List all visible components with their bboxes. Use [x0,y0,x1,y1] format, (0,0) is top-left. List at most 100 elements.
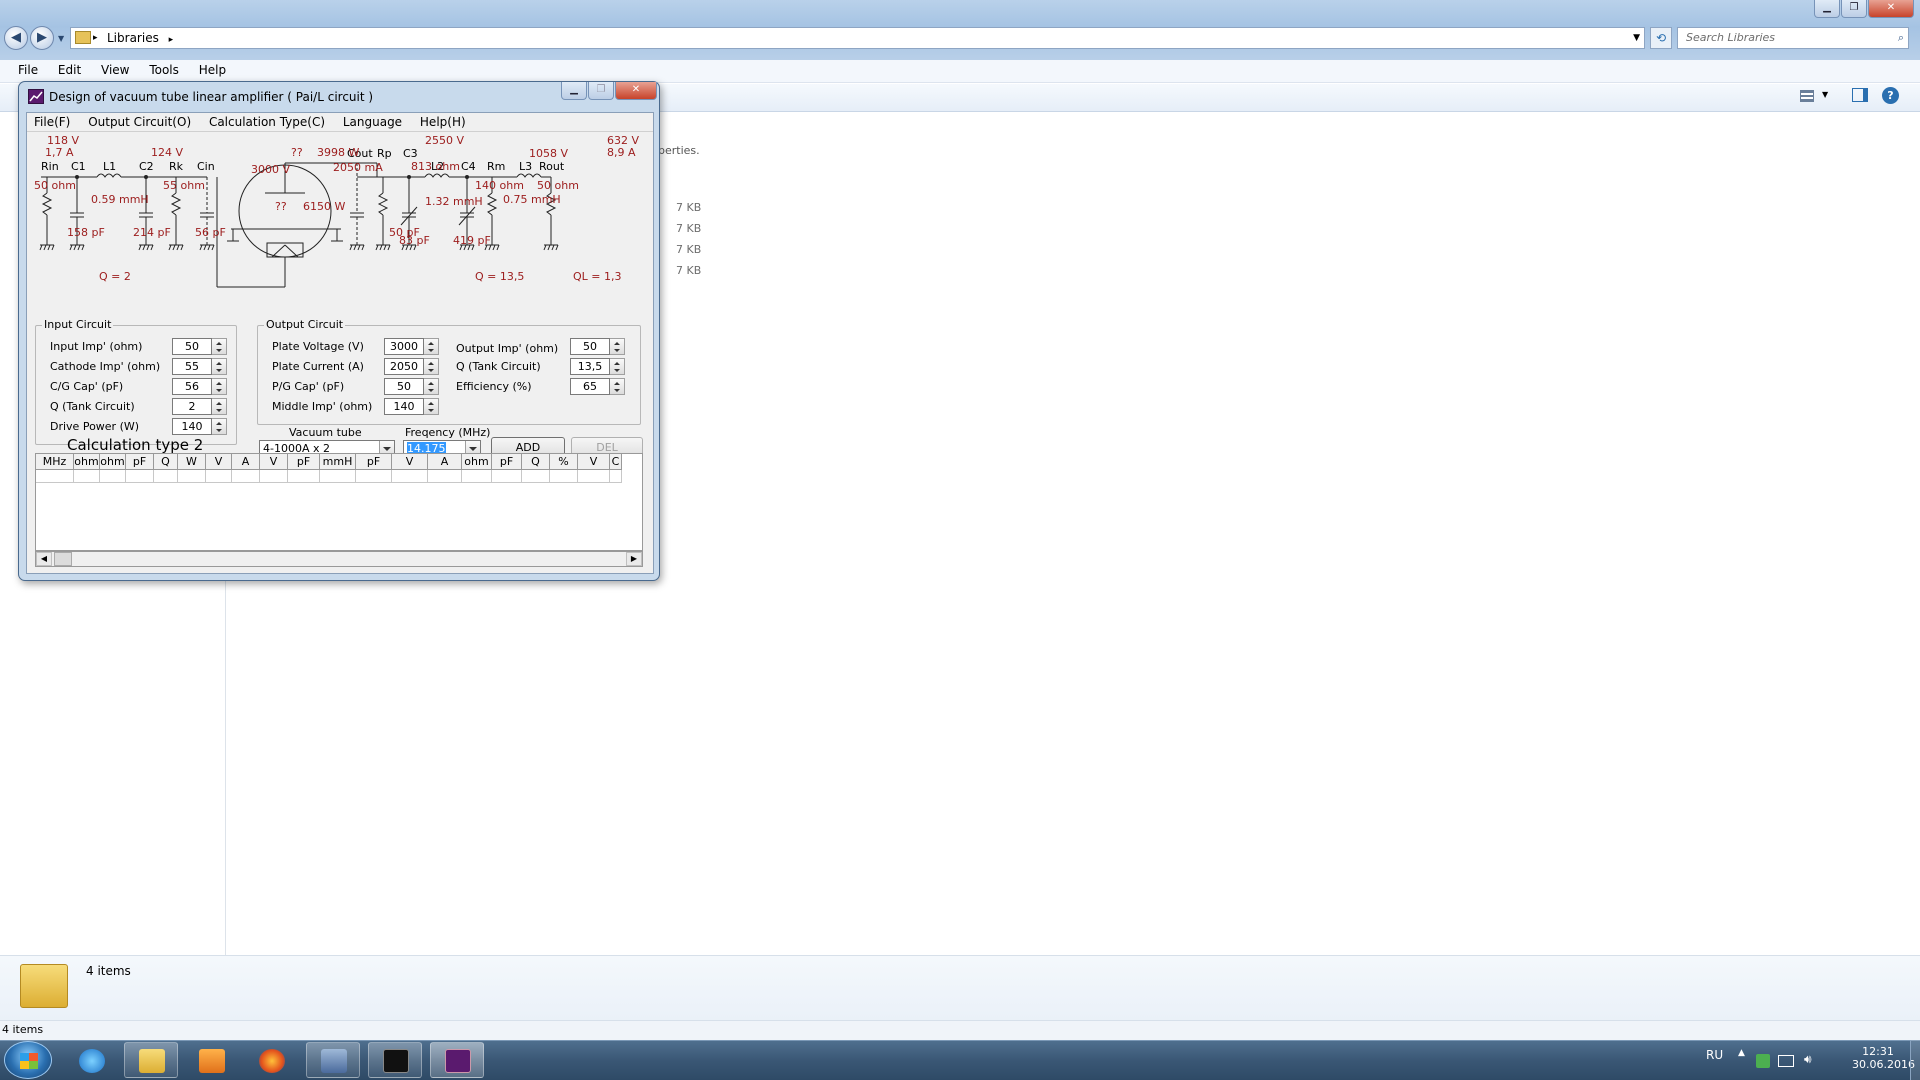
help-icon[interactable]: ? [1882,87,1899,104]
efficiency-spinner[interactable]: 65 [570,378,626,395]
q-input-spinner[interactable]: 2 [172,398,228,415]
search-icon[interactable]: ⌕ [1898,28,1904,48]
app-menu-output-circuit[interactable]: Output Circuit(O) [81,113,198,129]
pg-cap-spinner[interactable]: 50 [384,378,440,395]
menu-help[interactable]: Help [191,60,234,77]
app-menu-language[interactable]: Language [336,113,409,129]
grid-cell[interactable] [206,470,232,483]
plate-voltage-value[interactable]: 3000 [384,338,424,355]
horizontal-scrollbar[interactable]: ◀ ▶ [35,551,643,567]
scroll-thumb[interactable] [54,552,72,566]
taskbar-explorer[interactable] [124,1042,178,1078]
output-imp-spinner[interactable]: 50 [570,338,626,355]
clock[interactable]: 12:31 30.06.2016 [1852,1045,1915,1071]
plate-current-spinner[interactable]: 2050 [384,358,440,375]
table-row[interactable] [36,470,622,483]
grid-cell[interactable] [154,470,178,483]
taskbar-media-player[interactable] [184,1042,238,1078]
cg-cap-spinner[interactable]: 56 [172,378,228,395]
grid-column-header[interactable]: W [178,454,206,470]
q-tank-spinner[interactable]: 13,5 [570,358,626,375]
output-imp-value[interactable]: 50 [570,338,610,355]
scroll-right-icon[interactable]: ▶ [626,552,642,566]
app-menu-calculation-type[interactable]: Calculation Type(C) [202,113,332,129]
recent-pages-icon[interactable]: ▼ [58,34,64,43]
menu-tools[interactable]: Tools [141,60,187,77]
input-imp-value[interactable]: 50 [172,338,212,355]
grid-column-header[interactable]: Q [522,454,550,470]
grid-column-header[interactable]: pF [126,454,154,470]
grid-column-header[interactable]: V [206,454,232,470]
maximize-button[interactable]: ❐ [1841,0,1867,18]
grid-column-header[interactable]: V [578,454,610,470]
change-view-icon[interactable] [1800,90,1814,102]
search-input[interactable]: Search Libraries ⌕ [1677,27,1909,49]
show-hidden-icons-icon[interactable]: ▲ [1738,1048,1745,1058]
pg-cap-value[interactable]: 50 [384,378,424,395]
close-button[interactable]: ✕ [1868,0,1914,18]
efficiency-value[interactable]: 65 [570,378,610,395]
grid-column-header[interactable]: pF [356,454,392,470]
grid-cell[interactable] [232,470,260,483]
grid-column-header[interactable]: A [232,454,260,470]
menu-edit[interactable]: Edit [50,60,89,77]
grid-column-header[interactable]: V [392,454,428,470]
forward-icon[interactable]: ▶ [30,26,54,50]
grid-cell[interactable] [178,470,206,483]
app-close-button[interactable]: ✕ [615,82,657,100]
grid-cell[interactable] [36,470,74,483]
show-desktop-button[interactable] [1910,1040,1920,1080]
cg-cap-value[interactable]: 56 [172,378,212,395]
grid-cell[interactable] [428,470,462,483]
results-grid[interactable]: MHz ohm ohm pF Q W V A VpF mmH pF V Aohm pF Q% V C [35,453,643,551]
app-titlebar[interactable]: Design of vacuum tube linear amplifier (… [25,82,657,108]
address-path[interactable]: Libraries [99,31,159,45]
grid-column-header[interactable]: V [260,454,288,470]
scroll-left-icon[interactable]: ◀ [36,552,52,566]
security-icon[interactable] [1756,1054,1770,1068]
back-icon[interactable]: ◀ [4,26,28,50]
grid-cell[interactable] [100,470,126,483]
grid-cell[interactable] [492,470,522,483]
grid-cell[interactable] [356,470,392,483]
breadcrumb-arrow-icon[interactable]: ▸ [163,35,174,45]
address-dropdown-icon[interactable]: ▼ [1633,28,1640,48]
grid-column-header[interactable]: ohm [74,454,100,470]
grid-column-header[interactable]: % [550,454,578,470]
preview-pane-icon[interactable] [1852,88,1868,102]
drive-power-value[interactable]: 140 [172,418,212,435]
menu-file[interactable]: File [0,60,46,77]
app-menu-file[interactable]: File(F) [27,113,77,129]
grid-column-header[interactable]: mmH [320,454,356,470]
taskbar-app-circuit[interactable] [368,1042,422,1078]
taskbar-app-amplifier[interactable] [430,1042,484,1078]
grid-cell[interactable] [392,470,428,483]
grid-cell[interactable] [320,470,356,483]
address-bar[interactable]: ▸ Libraries ▸ ▼ [70,27,1645,49]
grid-column-header[interactable]: Q [154,454,178,470]
grid-column-header[interactable]: ohm [462,454,492,470]
input-imp-spinner[interactable]: 50 [172,338,228,355]
drive-power-spinner[interactable]: 140 [172,418,228,435]
grid-cell[interactable] [550,470,578,483]
grid-column-header[interactable]: pF [288,454,320,470]
grid-cell[interactable] [126,470,154,483]
grid-cell[interactable] [610,470,622,483]
grid-column-header[interactable]: pF [492,454,522,470]
q-tank-value[interactable]: 13,5 [570,358,610,375]
taskbar-firefox[interactable] [244,1042,298,1078]
app-maximize-button[interactable]: ❐ [588,82,614,100]
cathode-imp-value[interactable]: 55 [172,358,212,375]
view-dropdown-icon[interactable]: ▼ [1822,90,1828,99]
grid-cell[interactable] [522,470,550,483]
menu-view[interactable]: View [93,60,137,77]
plate-voltage-spinner[interactable]: 3000 [384,338,440,355]
grid-column-header[interactable]: A [428,454,462,470]
grid-cell[interactable] [462,470,492,483]
grid-cell[interactable] [260,470,288,483]
start-button[interactable] [4,1041,52,1079]
middle-imp-spinner[interactable]: 140 [384,398,440,415]
grid-cell[interactable] [578,470,610,483]
grid-column-header[interactable]: ohm [100,454,126,470]
taskbar-ie[interactable] [64,1042,118,1078]
